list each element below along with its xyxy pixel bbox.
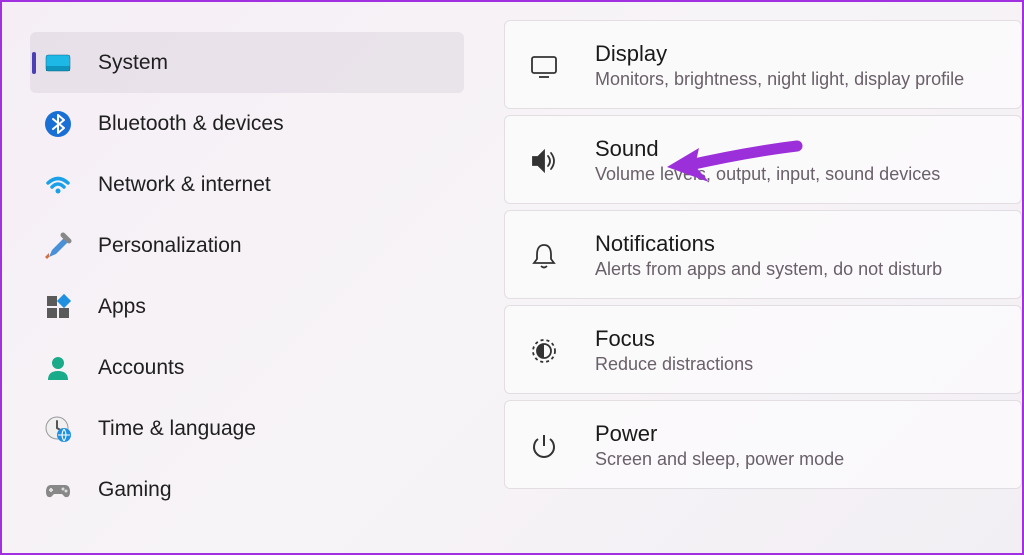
card-title: Sound <box>595 136 940 162</box>
sidebar-item-system[interactable]: System <box>30 32 464 93</box>
card-desc: Reduce distractions <box>595 354 753 375</box>
card-title: Focus <box>595 326 753 352</box>
card-desc: Monitors, brightness, night light, displ… <box>595 69 964 90</box>
sidebar-item-label: Accounts <box>98 356 184 380</box>
sidebar-item-label: Bluetooth & devices <box>98 112 284 136</box>
sidebar-item-bluetooth[interactable]: Bluetooth & devices <box>30 93 464 154</box>
focus-icon <box>529 336 559 366</box>
sidebar-item-personalization[interactable]: Personalization <box>30 215 464 276</box>
paintbrush-icon <box>44 232 72 260</box>
sidebar-item-label: Apps <box>98 295 146 319</box>
sidebar-item-gaming[interactable]: Gaming <box>30 459 464 520</box>
sidebar-item-apps[interactable]: Apps <box>30 276 464 337</box>
card-desc: Volume levels, output, input, sound devi… <box>595 164 940 185</box>
sidebar-item-accounts[interactable]: Accounts <box>30 337 464 398</box>
card-notifications[interactable]: Notifications Alerts from apps and syste… <box>504 210 1022 299</box>
card-text: Focus Reduce distractions <box>595 326 753 375</box>
system-icon <box>44 49 72 77</box>
sidebar-item-label: Gaming <box>98 478 172 502</box>
sidebar-item-network[interactable]: Network & internet <box>30 154 464 215</box>
card-sound[interactable]: Sound Volume levels, output, input, soun… <box>504 115 1022 204</box>
gamepad-icon <box>44 476 72 504</box>
sidebar-item-time-language[interactable]: Time & language <box>30 398 464 459</box>
sidebar-item-label: Time & language <box>98 417 256 441</box>
card-desc: Screen and sleep, power mode <box>595 449 844 470</box>
card-power[interactable]: Power Screen and sleep, power mode <box>504 400 1022 489</box>
card-desc: Alerts from apps and system, do not dist… <box>595 259 942 280</box>
card-text: Sound Volume levels, output, input, soun… <box>595 136 940 185</box>
card-text: Display Monitors, brightness, night ligh… <box>595 41 964 90</box>
sidebar-item-label: Personalization <box>98 234 242 258</box>
sidebar-item-label: System <box>98 51 168 75</box>
bell-icon <box>529 241 559 271</box>
sidebar-item-label: Network & internet <box>98 173 271 197</box>
card-title: Notifications <box>595 231 942 257</box>
settings-sidebar: System Bluetooth & devices Network & int… <box>2 2 472 553</box>
card-text: Notifications Alerts from apps and syste… <box>595 231 942 280</box>
card-display[interactable]: Display Monitors, brightness, night ligh… <box>504 20 1022 109</box>
settings-main-panel: Display Monitors, brightness, night ligh… <box>472 2 1022 553</box>
card-title: Display <box>595 41 964 67</box>
sound-icon <box>529 146 559 176</box>
card-title: Power <box>595 421 844 447</box>
clock-globe-icon <box>44 415 72 443</box>
bluetooth-icon <box>44 110 72 138</box>
display-icon <box>529 51 559 81</box>
card-focus[interactable]: Focus Reduce distractions <box>504 305 1022 394</box>
card-text: Power Screen and sleep, power mode <box>595 421 844 470</box>
person-icon <box>44 354 72 382</box>
wifi-icon <box>44 171 72 199</box>
apps-icon <box>44 293 72 321</box>
power-icon <box>529 431 559 461</box>
